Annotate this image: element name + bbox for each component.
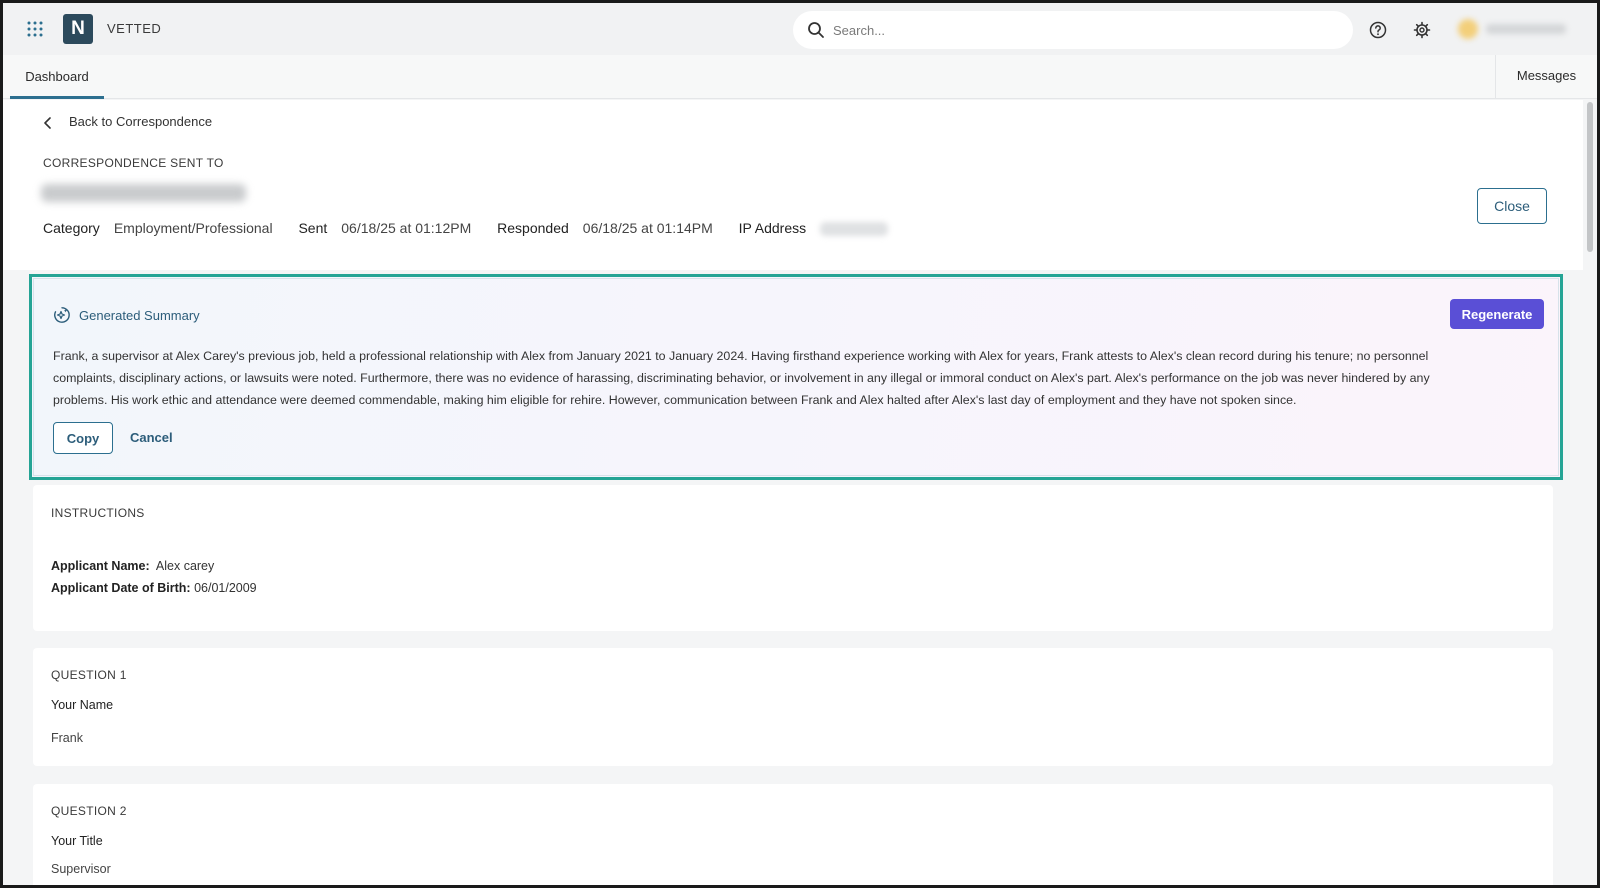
category-value: Employment/Professional [113, 220, 273, 236]
user-name-redacted [1486, 24, 1566, 34]
applicant-dob-value: 06/01/2009 [194, 581, 257, 595]
responded-value: 06/18/25 at 01:14PM [582, 220, 713, 236]
question-answer: Frank [51, 731, 83, 745]
question-title: Your Name [51, 698, 114, 712]
instructions-card: INSTRUCTIONS Applicant Name: Alex carey … [33, 485, 1553, 631]
applicant-dob-row: Applicant Date of Birth: 06/01/2009 [51, 581, 257, 595]
back-link-label: Back to Correspondence [69, 114, 213, 129]
applicant-dob-label: Applicant Date of Birth: [51, 581, 191, 595]
sent-label: Sent [298, 220, 328, 236]
avatar [1458, 19, 1478, 39]
question-label: QUESTION 1 [51, 668, 127, 682]
summary-text: Frank, a supervisor at Alex Carey's prev… [53, 349, 1430, 407]
applicant-name-row: Applicant Name: Alex carey [51, 559, 214, 573]
copy-button[interactable]: Copy [53, 422, 113, 454]
gear-icon[interactable] [1413, 21, 1431, 39]
applicant-name-value: Alex carey [155, 559, 215, 573]
question-title: Your Title [51, 834, 103, 848]
applicant-name-label: Applicant Name: [51, 559, 150, 573]
correspondence-meta: Category Employment/Professional Sent 06/1… [43, 220, 889, 237]
summary-title: Generated Summary [79, 308, 200, 323]
apps-grid-icon[interactable] [27, 21, 43, 37]
recipient-redacted [41, 184, 246, 202]
tab-messages[interactable]: Messages [1495, 55, 1597, 99]
search-input[interactable] [833, 20, 1333, 40]
summary-inner: Generated Summary Regenerate Frank, a su… [33, 278, 1559, 476]
top-header: N VETTED [3, 3, 1597, 55]
brand-logo[interactable]: N [63, 14, 93, 44]
help-icon[interactable] [1369, 21, 1387, 39]
ip-address-redacted [820, 222, 889, 237]
question-answer: Supervisor [51, 862, 111, 876]
close-button[interactable]: Close [1477, 188, 1547, 224]
tab-bar: Dashboard Messages [3, 55, 1597, 99]
question-card: QUESTION 2 Your Title Supervisor [33, 784, 1553, 885]
user-menu[interactable] [1458, 17, 1568, 41]
question-label: QUESTION 2 [51, 804, 127, 818]
correspondence-header: Back to Correspondence CORRESPONDENCE SE… [3, 100, 1583, 270]
search-bar[interactable] [793, 11, 1353, 49]
ip-address-label: IP Address [738, 220, 807, 236]
sent-value: 06/18/25 at 01:12PM [341, 220, 472, 236]
chevron-left-icon [44, 117, 51, 129]
cancel-button[interactable]: Cancel [130, 430, 173, 445]
back-to-correspondence-link[interactable]: Back to Correspondence [43, 114, 212, 129]
scrollbar-thumb[interactable] [1587, 102, 1593, 252]
category-label: Category [43, 220, 100, 236]
sent-to-label: CORRESPONDENCE SENT TO [43, 156, 224, 170]
regenerate-button[interactable]: Regenerate [1450, 299, 1544, 329]
page-scrollbar[interactable] [1585, 100, 1595, 885]
app-window: N VETTED Search... Dashboard Messages Ba… [3, 3, 1597, 885]
search-icon [808, 22, 824, 38]
responded-label: Responded [497, 220, 569, 236]
instructions-label: INSTRUCTIONS [51, 506, 145, 520]
sparkle-icon [54, 307, 70, 323]
brand-name: VETTED [107, 21, 162, 36]
tab-dashboard[interactable]: Dashboard [10, 55, 104, 99]
generated-summary-card: Generated Summary Regenerate Frank, a su… [29, 274, 1563, 480]
question-card: QUESTION 1 Your Name Frank [33, 648, 1553, 766]
